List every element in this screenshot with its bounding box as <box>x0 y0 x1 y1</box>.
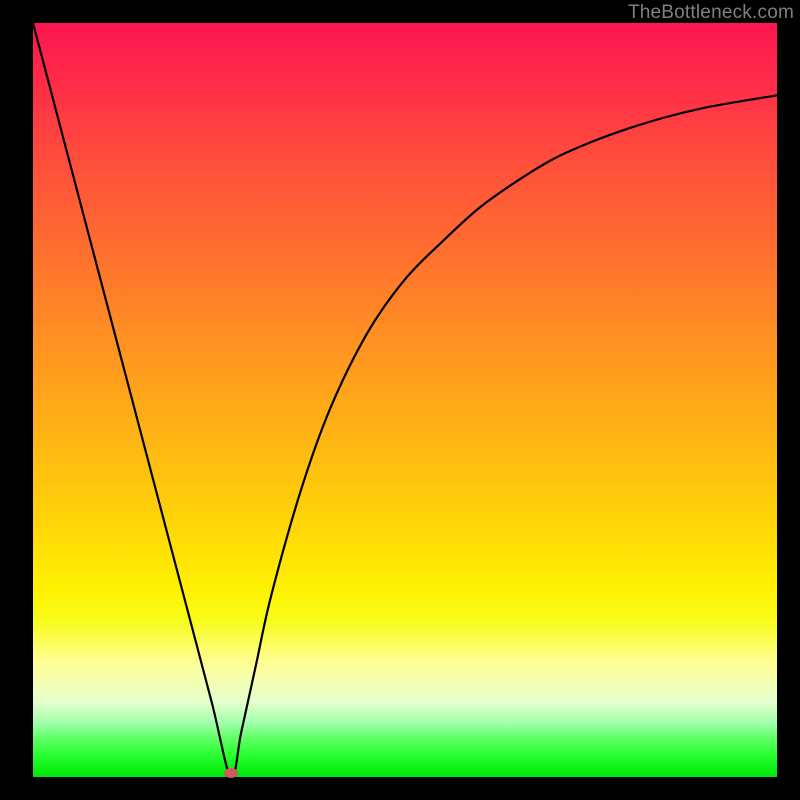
minimum-marker <box>224 768 238 778</box>
bottleneck-curve <box>33 23 777 777</box>
watermark-text: TheBottleneck.com <box>628 2 794 24</box>
chart-frame: TheBottleneck.com <box>0 0 800 800</box>
curve-layer <box>33 23 777 777</box>
plot-area <box>33 23 777 777</box>
